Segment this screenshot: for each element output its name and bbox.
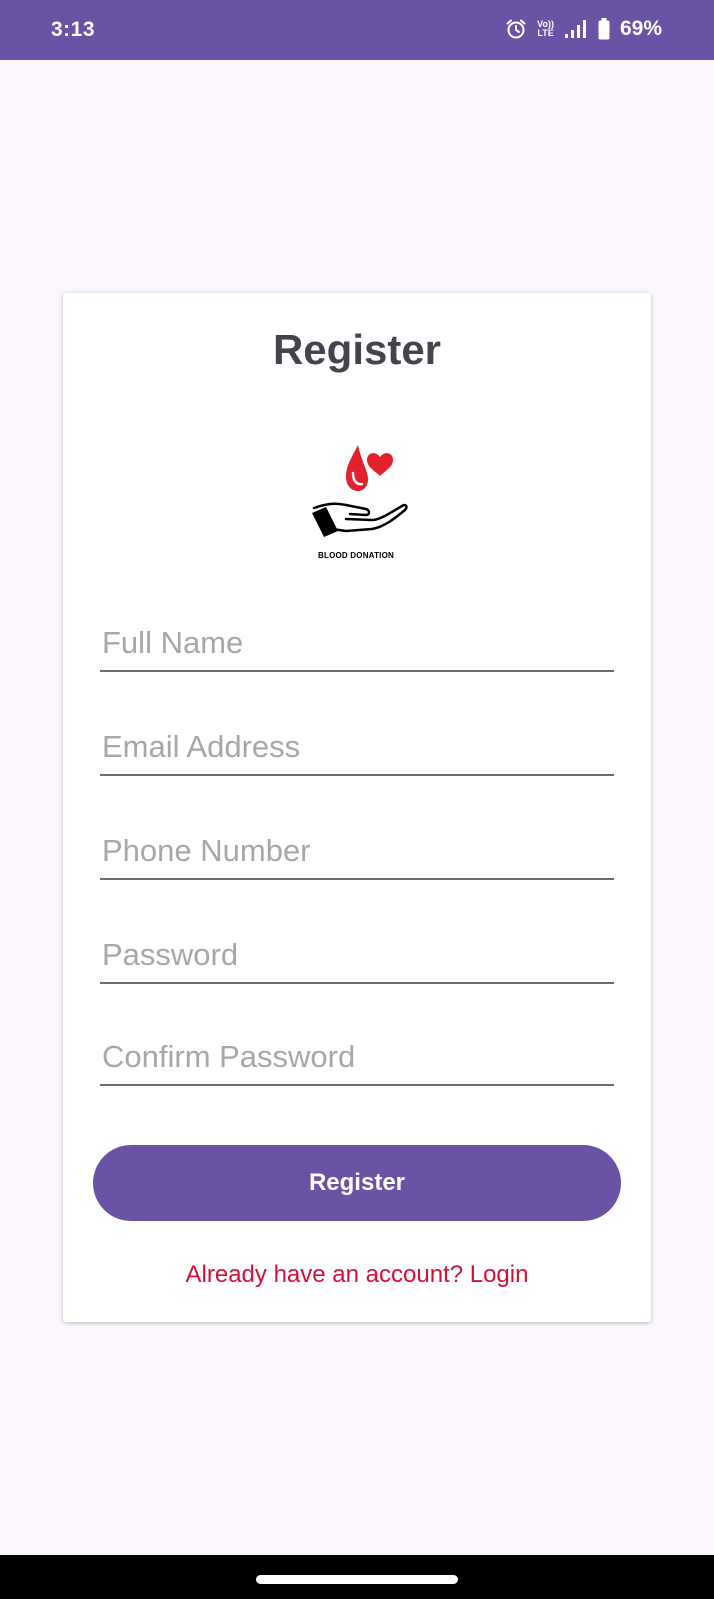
page-title: Register xyxy=(272,326,442,373)
register-button[interactable]: Register xyxy=(93,1145,621,1221)
status-icons: Vo)) LTE 69% xyxy=(505,17,662,41)
logo-caption: BLOOD DONATION xyxy=(318,551,394,560)
status-bar: 3:13 Vo)) LTE 69% xyxy=(0,0,714,60)
volte-label-bottom: LTE xyxy=(537,28,554,38)
battery-icon xyxy=(598,18,610,40)
email-field[interactable] xyxy=(100,720,614,776)
phone-field[interactable] xyxy=(100,824,614,880)
status-time: 3:13 xyxy=(51,18,96,41)
login-link[interactable]: Already have an account? Login xyxy=(63,1261,651,1289)
alarm-icon xyxy=(505,18,527,40)
blood-donation-logo xyxy=(312,445,408,537)
password-field[interactable] xyxy=(100,928,614,984)
battery-percent: 69% xyxy=(619,17,662,40)
signal-icon xyxy=(564,19,588,39)
register-card: Register BLOOD DONATION Register Already… xyxy=(63,293,651,1322)
volte-icon: Vo)) LTE xyxy=(537,20,554,38)
full-name-field[interactable] xyxy=(100,616,614,672)
home-indicator[interactable] xyxy=(256,1575,458,1584)
confirm-password-field[interactable] xyxy=(100,1030,614,1086)
navigation-bar xyxy=(0,1555,714,1599)
